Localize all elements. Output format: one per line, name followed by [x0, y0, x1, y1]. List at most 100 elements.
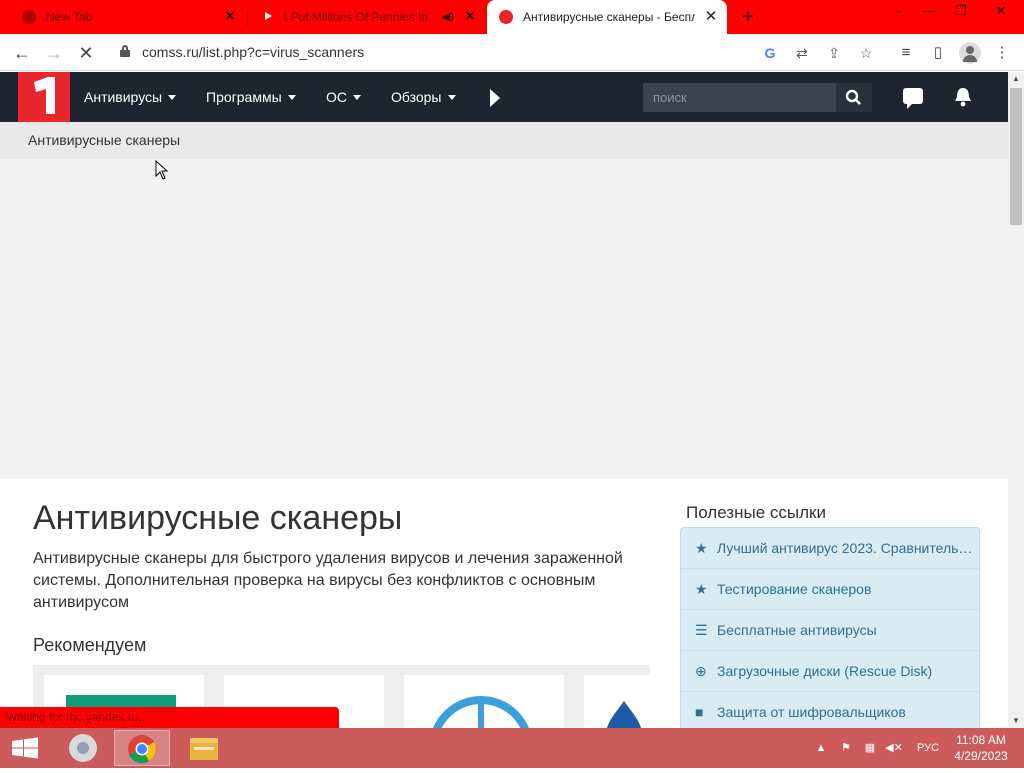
stop-loading-icon[interactable]: ✕ [74, 41, 98, 65]
clock-date: 4/29/2023 [954, 749, 1008, 763]
useful-link-ransomware[interactable]: ■ Защита от шифровальщиков [681, 692, 979, 728]
tab-comss-active[interactable]: Антивирусные сканеры - Беспл ✕ [487, 0, 727, 34]
reading-list-icon[interactable]: ≡ [894, 41, 918, 65]
link-label: Лучший антивирус 2023. Сравнительная [717, 540, 979, 556]
nav-programs[interactable]: Программы [206, 72, 296, 122]
lock-icon[interactable] [120, 45, 130, 57]
caret-down-icon [447, 95, 456, 100]
useful-link-rescue-disk[interactable]: ⊕ Загрузочные диски (Rescue Disk) [681, 651, 979, 692]
taskbar-chrome-pinned[interactable] [56, 730, 112, 766]
useful-links-list: ★ Лучший антивирус 2023. Сравнительная ★ Т… [680, 527, 980, 728]
windows-taskbar: ▲ ⚑ ▦ ◀✕ РУС 11:08 AM 4/29/2023 [0, 728, 1024, 768]
lock-icon: ■ [695, 704, 704, 720]
vertical-scrollbar[interactable]: ▲ ▼ [1008, 72, 1024, 728]
search-icon [845, 89, 861, 105]
kebab-menu-icon[interactable]: ⋮ [990, 41, 1014, 65]
link-label: Тестирование сканеров [717, 581, 872, 597]
nav-label: ОС [326, 89, 347, 105]
close-icon[interactable]: ✕ [462, 9, 478, 25]
drop-logo-image [607, 701, 641, 728]
profile-avatar-icon[interactable] [959, 42, 981, 64]
nav-label: Обзоры [391, 89, 442, 105]
tab-youtube[interactable]: I Put Millions Of Pennies In ◀) ✕ [248, 0, 486, 34]
recommend-heading: Рекомендуем [33, 635, 147, 655]
chrome-icon [128, 735, 156, 764]
tray-expand-arrow-icon[interactable]: ▲ [814, 728, 828, 768]
nav-antivirus[interactable]: Антивирусы [84, 72, 177, 122]
link-label: Загрузочные диски (Rescue Disk) [717, 663, 933, 679]
recommend-card[interactable] [584, 675, 650, 728]
chat-bubble-icon[interactable] [903, 88, 923, 109]
forward-arrow-icon[interactable]: → [42, 41, 66, 65]
back-arrow-icon[interactable]: ← [10, 41, 34, 65]
windows-start-button[interactable] [0, 728, 50, 768]
useful-link-best-antivirus[interactable]: ★ Лучший антивирус 2023. Сравнительная [681, 528, 979, 569]
translate-icon[interactable]: ⇄ [792, 43, 812, 63]
tab-new-tab[interactable]: New Tab ✕ [0, 0, 246, 34]
useful-link-free-antivirus[interactable]: ☰ Бесплатные антивирусы [681, 610, 979, 651]
more-menu-arrow-icon[interactable] [490, 89, 500, 107]
google-lens-icon[interactable]: G [760, 43, 780, 63]
tab-title: I Put Millions Of Pennies In [284, 10, 429, 24]
nav-label: Антивирусы [84, 89, 163, 105]
close-icon[interactable]: ✕ [222, 9, 238, 25]
volume-muted-icon[interactable]: ◀✕ [884, 728, 904, 768]
caret-down-icon [287, 95, 296, 100]
nav-os[interactable]: ОС [326, 72, 361, 122]
taskbar-file-explorer[interactable] [176, 730, 232, 766]
search-placeholder: поиск [653, 90, 687, 105]
useful-link-scanner-tests[interactable]: ★ Тестирование сканеров [681, 569, 979, 610]
chrome-icon [69, 734, 97, 762]
loading-status-bubble: Waiting for mc.yandex.ru... [0, 707, 339, 728]
caret-down-icon [168, 95, 177, 100]
network-icon[interactable]: ▦ [860, 728, 880, 768]
comss-tab-icon [499, 10, 513, 24]
search-button[interactable] [836, 83, 872, 112]
action-center-flag-icon[interactable]: ⚑ [836, 728, 856, 768]
useful-links-title: Полезные ссылки [686, 503, 826, 522]
minimize-icon[interactable]: — [913, 0, 945, 24]
tab-strip: New Tab ✕ I Put Millions Of Pennies In ◀… [0, 0, 1024, 34]
chrome-tab-icon [22, 10, 36, 24]
window-close-icon[interactable]: ✕ [985, 0, 1017, 24]
side-panel-icon[interactable]: ▯ [926, 41, 950, 65]
close-icon[interactable]: ✕ [703, 9, 719, 25]
clock-time: 11:08 AM [956, 733, 1006, 747]
audio-playing-icon[interactable]: ◀) [442, 10, 454, 23]
bookmark-star-icon[interactable]: ☆ [856, 43, 876, 63]
restore-icon[interactable]: ❐ [945, 0, 977, 24]
breadcrumb-current[interactable]: Антивирусные сканеры [28, 132, 180, 148]
scroll-up-arrow-icon[interactable]: ▲ [1008, 72, 1024, 86]
recommend-card[interactable] [404, 675, 564, 728]
comss-logo[interactable] [18, 72, 70, 122]
tab-title: Антивирусные сканеры - Беспл [523, 10, 695, 24]
plus-circle-icon: ⊕ [695, 663, 707, 679]
tab-search-chevron-icon[interactable]: ⌄ [883, 0, 915, 24]
tab-title: New Tab [46, 10, 93, 24]
list-icon: ☰ [695, 622, 708, 638]
taskbar-chrome-active[interactable] [114, 730, 170, 766]
windows-logo-icon [12, 737, 38, 759]
new-tab-plus-icon[interactable]: + [737, 6, 759, 28]
input-language-indicator[interactable]: РУС [912, 728, 944, 768]
scrollbar-thumb[interactable] [1010, 88, 1022, 225]
site-search-input[interactable]: поиск [643, 83, 836, 112]
star-icon: ★ [695, 540, 708, 556]
caret-down-icon [353, 95, 361, 100]
ad-placeholder [0, 159, 1008, 479]
share-icon[interactable]: ⇪ [824, 43, 844, 63]
url-text[interactable]: comss.ru/list.php?c=virus_scanners [142, 44, 364, 60]
address-bar[interactable]: comss.ru/list.php?c=virus_scanners G ⇄ ⇪… [108, 38, 886, 67]
link-label: Бесплатные антивирусы [717, 622, 877, 638]
page-lead-text: Антивирусные сканеры для быстрого удален… [33, 550, 623, 611]
nav-reviews[interactable]: Обзоры [391, 72, 456, 122]
mouse-cursor-icon [155, 160, 169, 180]
page-viewport: Антивирусы Программы ОС Обзоры поиск Ант… [0, 72, 1008, 728]
scroll-down-arrow-icon[interactable]: ▼ [1008, 714, 1024, 728]
star-icon: ★ [695, 581, 708, 597]
youtube-tab-icon [262, 10, 274, 24]
link-label: Защита от шифровальщиков [717, 704, 906, 720]
bell-icon[interactable] [953, 86, 973, 108]
taskbar-clock[interactable]: 11:08 AM 4/29/2023 [948, 732, 1014, 764]
scanner-logo-image [433, 696, 529, 728]
